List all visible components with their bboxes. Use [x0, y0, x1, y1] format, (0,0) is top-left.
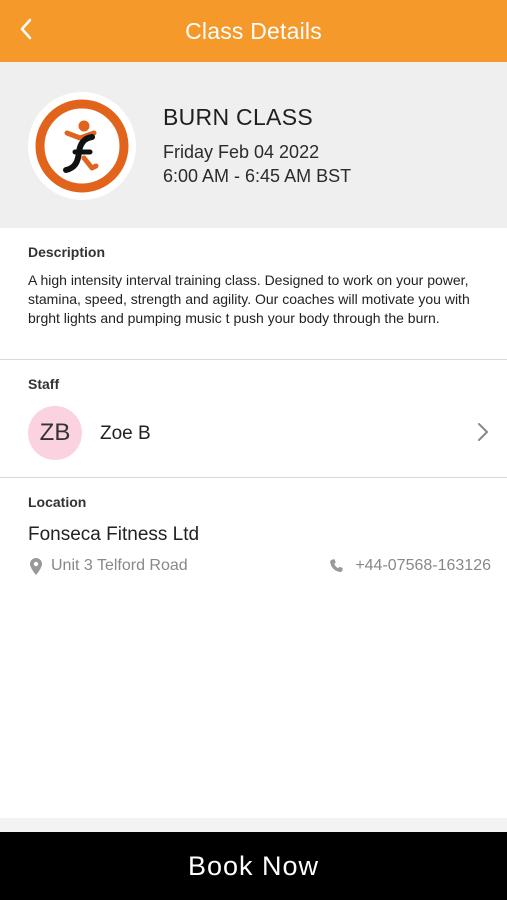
back-button[interactable] [14, 14, 38, 44]
location-label: Location [28, 494, 87, 510]
staff-name: Zoe B [100, 423, 151, 444]
fitness-logo-icon [35, 99, 129, 193]
phone-icon [330, 559, 344, 573]
bottom-divider [0, 818, 507, 832]
class-time: 6:00 AM - 6:45 AM BST [163, 166, 352, 186]
description-label: Description [28, 244, 106, 260]
chevron-right-icon [478, 423, 488, 441]
chevron-left-icon [20, 18, 32, 40]
description-section: Description A high intensity interval tr… [0, 228, 507, 360]
phone-text: +44-07568-163126 [355, 557, 491, 574]
page-title: Class Details [185, 17, 322, 44]
location-name: Fonseca Fitness Ltd [28, 524, 200, 545]
book-now-button[interactable]: Book Now [0, 832, 507, 900]
address-link[interactable]: Unit 3 Telford Road [30, 557, 188, 575]
class-header: BURN CLASS Friday Feb 04 2022 6:00 AM - … [0, 62, 507, 228]
class-date: Friday Feb 04 2022 [163, 142, 320, 162]
location-section: Location Fonseca Fitness Ltd Unit 3 Telf… [0, 478, 507, 598]
address-text: Unit 3 Telford Road [51, 557, 188, 574]
staff-label: Staff [28, 376, 60, 392]
staff-row[interactable]: ZB Zoe B [0, 404, 507, 464]
staff-section: Staff ZB Zoe B [0, 360, 507, 478]
map-pin-icon [30, 557, 42, 575]
phone-link[interactable]: +44-07568-163126 [330, 557, 491, 575]
description-text: A high intensity interval training class… [28, 272, 470, 326]
class-logo [28, 92, 136, 200]
avatar: ZB [28, 406, 82, 460]
top-bar: Class Details [0, 0, 507, 62]
class-name: BURN CLASS [163, 104, 313, 130]
